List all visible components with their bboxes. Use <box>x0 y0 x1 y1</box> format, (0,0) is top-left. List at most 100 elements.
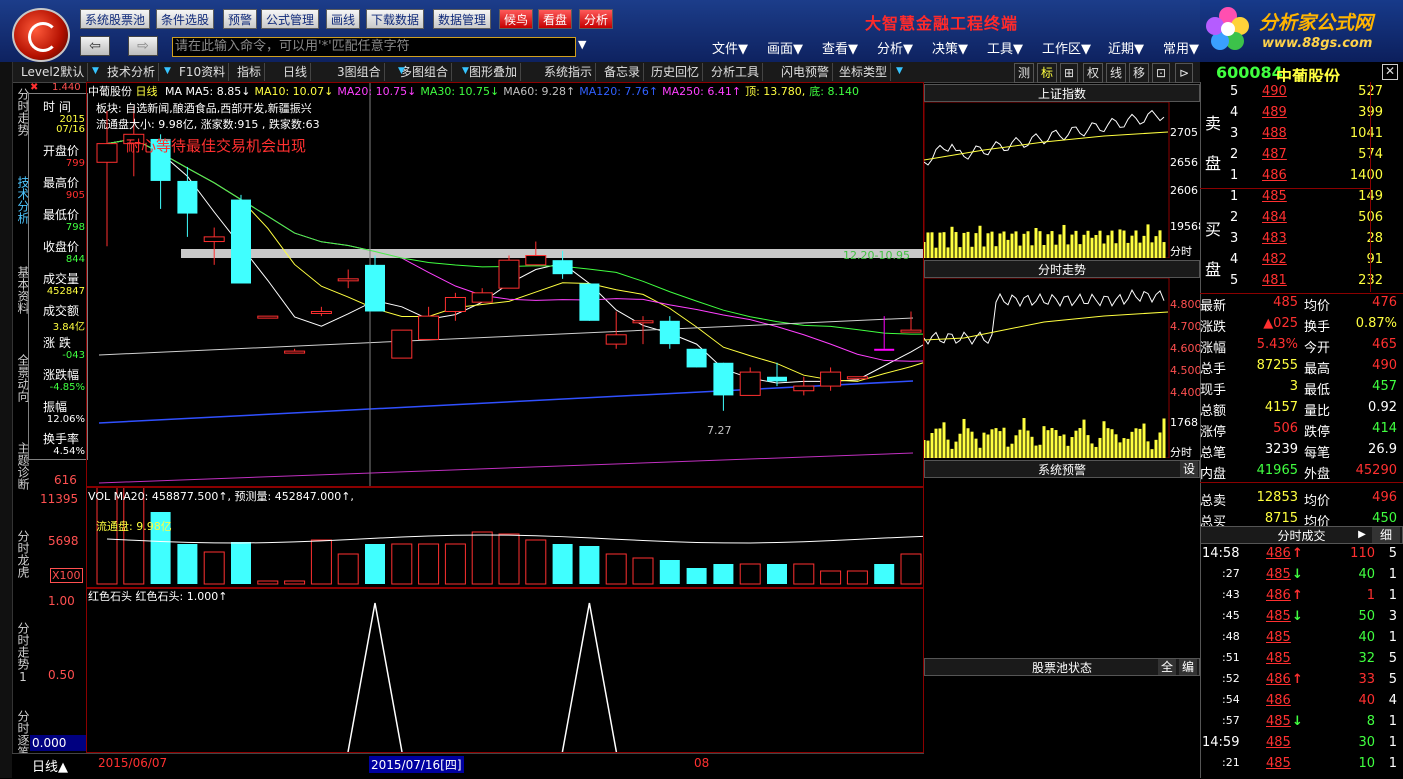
side-tab-0[interactable]: 分时走势 <box>13 88 30 136</box>
ticks-play-icon[interactable]: ▶ <box>1355 527 1369 543</box>
dropdown-arrow-icon[interactable]: ▼ <box>164 66 171 76</box>
pool-all-button[interactable]: 全 <box>1158 659 1176 675</box>
side-tab-7[interactable]: 分时逐笔 <box>13 710 30 758</box>
buy-level[interactable]: 5481232 <box>1200 273 1403 294</box>
ticks-detail-button[interactable]: 细 <box>1372 527 1400 543</box>
menu-item-7[interactable]: 近期▼ <box>1108 38 1144 57</box>
menu-item-5[interactable]: 工具▼ <box>987 38 1023 57</box>
chart-close-icon[interactable]: ✖ <box>30 82 38 93</box>
stat-value: 490 <box>1372 358 1397 373</box>
toolbar-button-2[interactable]: 预警 <box>223 9 258 29</box>
chart-tool-button-4[interactable]: 线 <box>1106 63 1127 83</box>
volume-bar <box>659 560 680 584</box>
menu-item-0[interactable]: 文件▼ <box>712 38 748 57</box>
toolbar-button-4[interactable]: 画线 <box>326 9 361 29</box>
toolbar-red-button-2[interactable]: 分析 <box>579 9 614 29</box>
indicator-canvas[interactable] <box>87 589 923 752</box>
menu-item-3[interactable]: 分析▼ <box>877 38 913 57</box>
toolbar-tab-12[interactable]: 闪电预警 <box>778 63 834 81</box>
menu-item-6[interactable]: 工作区▼ <box>1042 38 1091 57</box>
dropdown-arrow-icon[interactable]: ▼ <box>896 66 903 76</box>
candle-body <box>96 143 118 163</box>
range-band <box>181 249 923 258</box>
chart-tool-button-7[interactable]: ⊳ <box>1175 63 1194 83</box>
dropdown-arrow-icon[interactable]: ▼ <box>462 66 469 76</box>
chart-tool-button-0[interactable]: 测 <box>1014 63 1035 83</box>
side-tab-1[interactable]: 技术分析 <box>13 176 30 224</box>
side-tab-5[interactable]: 分时龙虎 <box>13 530 30 578</box>
buy-level[interactable]: 3 483 28 <box>1200 231 1403 252</box>
buy-level[interactable]: 4 482 91 <box>1200 252 1403 273</box>
chart-tool-button-2[interactable]: ⊞ <box>1060 63 1079 83</box>
toolbar-tab-2[interactable]: F10资料 <box>176 63 230 81</box>
menu-item-8[interactable]: 常用▼ <box>1163 38 1199 57</box>
sell-level[interactable]: 4489399 <box>1200 105 1403 126</box>
toolbar-tab-7[interactable]: 图形叠加 <box>466 63 522 81</box>
toolbar-tab-11[interactable]: 分析工具 <box>708 63 764 81</box>
side-tab-6[interactable]: 分时走势1 <box>13 622 30 684</box>
level-number: 1 <box>1230 189 1239 204</box>
ma-legend-item: MA250: 6.41↑ <box>662 85 742 98</box>
dropdown-arrow-icon[interactable]: ▼ <box>92 66 99 76</box>
toolbar-button-5[interactable]: 下载数据 <box>366 9 425 29</box>
pool-edit-button[interactable]: 编 <box>1179 659 1197 675</box>
toolbar-red-button-1[interactable]: 看盘 <box>538 9 573 29</box>
toolbar-red-button-0[interactable]: 候鸟 <box>499 9 534 29</box>
toolbar-tab-0[interactable]: Level2默认 <box>18 63 89 81</box>
tick-price: 485 <box>1266 735 1291 750</box>
chart-tool-button-5[interactable]: 移 <box>1129 63 1150 83</box>
toolbar-button-1[interactable]: 条件选股 <box>156 9 215 29</box>
price-bottom-tick: 616 <box>54 473 77 487</box>
stat-label: 总笔 <box>1200 446 1227 461</box>
tick-volume: 33 <box>1358 672 1375 687</box>
toolbar-tab-6[interactable]: 多图组合 <box>397 63 453 81</box>
menu-item-1[interactable]: 画面▼ <box>767 38 803 57</box>
toolbar-tab-4[interactable]: 日线 <box>280 63 312 81</box>
command-input[interactable]: 请在此输入命令，可以用'*'匹配任意字符 <box>172 37 576 57</box>
toolbar-tab-13[interactable]: 坐标类型 <box>836 63 892 81</box>
sell-level[interactable]: 5490527 <box>1200 84 1403 105</box>
chart-tool-button-3[interactable]: 权 <box>1083 63 1104 83</box>
side-tab-3[interactable]: 全景动向 <box>13 354 30 402</box>
sell-level[interactable]: 3 488 1041 <box>1200 126 1403 147</box>
toolbar-tab-3[interactable]: 指标 <box>234 63 266 81</box>
back-button[interactable]: ⇦ <box>80 36 110 56</box>
volume-bar <box>284 580 306 585</box>
level-price: 486 <box>1262 168 1287 183</box>
side-tab-2[interactable]: 基本资料 <box>13 266 30 314</box>
menu-item-2[interactable]: 查看▼ <box>822 38 858 57</box>
sh-tick: 2656 <box>1170 156 1198 169</box>
stat-value: 0.92 <box>1368 400 1397 415</box>
trade-tick-row: :45 485 ↓ 50 3 <box>1200 609 1403 630</box>
indicator-mid-tick: 0.50 <box>48 668 75 682</box>
side-tab-4[interactable]: 主题诊断 <box>13 442 30 490</box>
toolbar-tab-9[interactable]: 备忘录 <box>601 63 645 81</box>
sh-index-chart[interactable] <box>924 102 1200 258</box>
tick-price: 486 <box>1266 672 1291 687</box>
intraday-chart[interactable] <box>924 278 1200 458</box>
toolbar-tab-5[interactable]: 3图组合 <box>334 63 385 81</box>
toolbar-tab-10[interactable]: 历史回忆 <box>648 63 704 81</box>
stock-code: 600084 <box>1216 63 1283 82</box>
toolbar-tab-8[interactable]: 系统指示 <box>541 63 597 81</box>
buy-level[interactable]: 2484506 <box>1200 210 1403 231</box>
stat-label: 现手 <box>1200 383 1227 398</box>
sell-level[interactable]: 2487574 <box>1200 147 1403 168</box>
chart-tool-button-6[interactable]: ⊡ <box>1152 63 1171 83</box>
close-icon[interactable]: ✕ <box>1382 64 1398 80</box>
buy-level[interactable]: 1485149 <box>1200 189 1403 210</box>
toolbar-button-3[interactable]: 公式管理 <box>261 9 320 29</box>
toolbar-button-0[interactable]: 系统股票池 <box>80 9 151 29</box>
sell-level[interactable]: 1 486 1400 <box>1200 168 1403 189</box>
chart-tool-button-1[interactable]: 标 <box>1037 63 1058 83</box>
dropdown-arrow-icon[interactable]: ▼ <box>398 66 405 76</box>
forward-button[interactable]: ⇨ <box>128 36 158 56</box>
toolbar-tab-1[interactable]: 技术分析 <box>104 63 160 81</box>
period-selector[interactable]: 日线▲ <box>32 756 68 775</box>
toolbar-button-6[interactable]: 数据管理 <box>433 9 492 29</box>
indicator-chart[interactable] <box>86 588 924 753</box>
menu-item-4[interactable]: 决策▼ <box>932 38 968 57</box>
alert-settings-button[interactable]: 设 <box>1180 461 1198 477</box>
trade-tick-row: :52 486 ↑ 33 5 <box>1200 672 1403 693</box>
command-dropdown-icon[interactable]: ▼ <box>578 38 586 51</box>
